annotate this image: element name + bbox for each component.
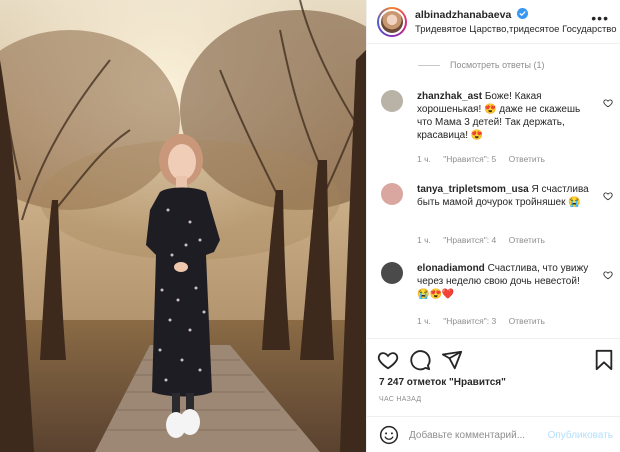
comment-item: tanya_tripletsmom_usa Я счастлива быть м… (381, 183, 613, 247)
comment-meta: 1 ч. "Нравится": 3 Ответить (417, 316, 555, 326)
comment-time[interactable]: 1 ч. (417, 154, 431, 164)
story-ring[interactable] (377, 7, 407, 37)
comment-likes[interactable]: "Нравится": 4 (443, 235, 496, 245)
publish-button[interactable]: Опубликовать (548, 430, 613, 441)
likes-count[interactable]: 7 247 отметок "Нравится" (379, 377, 506, 388)
emoji-smiley-icon[interactable] (379, 425, 399, 445)
post-header: albinadzhanabaeva Тридевятое Царство,три… (367, 0, 620, 44)
commenter-username[interactable]: elonadiamond (417, 263, 485, 274)
commenter-username[interactable]: zhanzhak_ast (417, 91, 482, 102)
verified-badge-icon (517, 8, 528, 19)
commenter-avatar[interactable] (381, 183, 403, 205)
commenter-avatar[interactable] (381, 90, 403, 112)
post-timestamp[interactable]: ЧАС НАЗАД (379, 396, 421, 403)
comment-text-block: zhanzhak_ast Боже! Какая хорошенькая! 😍 … (417, 90, 593, 142)
comment-text-block: elonadiamond Счастлива, что увижу через … (417, 262, 593, 301)
commenter-username[interactable]: tanya_tripletsmom_usa (417, 184, 529, 195)
replies-divider (418, 64, 440, 66)
comment-meta: 1 ч. "Нравится": 4 Ответить (417, 235, 555, 245)
comment-likes[interactable]: "Нравится": 5 (443, 154, 496, 164)
view-replies-label: Посмотреть ответы (1) (450, 60, 545, 70)
comment-likes[interactable]: "Нравится": 3 (443, 316, 496, 326)
heart-outline-icon[interactable] (603, 98, 613, 108)
post-location[interactable]: Тридевятое Царство,тридесятое Государств… (415, 24, 617, 35)
bookmark-icon[interactable] (593, 349, 615, 371)
comment-item: elonadiamond Счастлива, что увижу через … (381, 262, 613, 328)
reply-button[interactable]: Ответить (509, 235, 545, 245)
reply-button[interactable]: Ответить (509, 154, 545, 164)
comment-text-block: tanya_tripletsmom_usa Я счастлива быть м… (417, 183, 593, 209)
view-replies-link[interactable]: Посмотреть ответы (1) (418, 60, 545, 70)
post-action-bar (367, 338, 620, 378)
post-photo[interactable] (0, 0, 366, 452)
park-scene-illustration (0, 0, 366, 452)
author-username[interactable]: albinadzhanabaeva (415, 9, 511, 21)
like-heart-icon[interactable] (377, 349, 399, 371)
commenter-avatar[interactable] (381, 262, 403, 284)
heart-outline-icon[interactable] (603, 191, 613, 201)
comment-input[interactable] (409, 426, 539, 444)
comment-bubble-icon[interactable] (409, 349, 431, 371)
add-comment-bar: Опубликовать (367, 416, 620, 452)
post-side-panel: albinadzhanabaeva Тридевятое Царство,три… (366, 0, 620, 452)
ellipsis-icon[interactable]: ••• (591, 11, 609, 25)
reply-button[interactable]: Ответить (509, 316, 545, 326)
comment-time[interactable]: 1 ч. (417, 235, 431, 245)
share-paper-plane-icon[interactable] (441, 349, 463, 371)
avatar[interactable] (379, 9, 405, 35)
heart-outline-icon[interactable] (603, 270, 613, 280)
comment-item: zhanzhak_ast Боже! Какая хорошенькая! 😍 … (381, 90, 613, 170)
comment-meta: 1 ч. "Нравится": 5 Ответить (417, 154, 555, 164)
comment-time[interactable]: 1 ч. (417, 316, 431, 326)
